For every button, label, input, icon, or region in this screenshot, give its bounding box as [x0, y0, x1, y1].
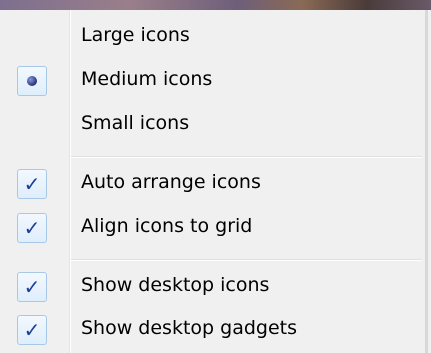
checkmark-icon: ✓	[23, 318, 41, 342]
checkmark-icon: ✓	[23, 172, 41, 196]
menu-item-label: Medium icons	[81, 68, 213, 90]
radio-selection-box	[17, 66, 47, 96]
desktop-view-submenu: Large icons Medium icons Small icons ✓ A…	[0, 10, 428, 353]
menu-item-label: Show desktop icons	[81, 274, 270, 296]
menu-item-show-desktop-gadgets[interactable]: ✓ Show desktop gadgets	[0, 309, 425, 353]
menu-item-align-icons-to-grid[interactable]: ✓ Align icons to grid	[0, 207, 425, 251]
menu-item-label: Small icons	[81, 112, 190, 134]
menu-separator	[71, 259, 422, 261]
menu-item-large-icons[interactable]: Large icons	[0, 16, 425, 60]
menu-item-show-desktop-icons[interactable]: ✓ Show desktop icons	[0, 266, 425, 310]
menu-item-auto-arrange-icons[interactable]: ✓ Auto arrange icons	[0, 163, 425, 207]
checkbox-box: ✓	[17, 315, 47, 345]
checkbox-box: ✓	[17, 213, 47, 243]
menu-item-label: Large icons	[81, 24, 190, 46]
radio-bullet-icon	[27, 76, 37, 86]
checkbox-box: ✓	[17, 272, 47, 302]
menu-item-label: Show desktop gadgets	[81, 317, 297, 339]
checkbox-box: ✓	[17, 169, 47, 199]
menu-item-medium-icons[interactable]: Medium icons	[0, 60, 425, 104]
menu-separator	[71, 156, 422, 158]
menu-item-small-icons[interactable]: Small icons	[0, 104, 425, 148]
desktop-wallpaper-strip	[0, 0, 431, 10]
checkmark-icon: ✓	[23, 275, 41, 299]
menu-item-label: Align icons to grid	[81, 215, 253, 237]
checkmark-icon: ✓	[23, 216, 41, 240]
menu-item-label: Auto arrange icons	[81, 171, 261, 193]
